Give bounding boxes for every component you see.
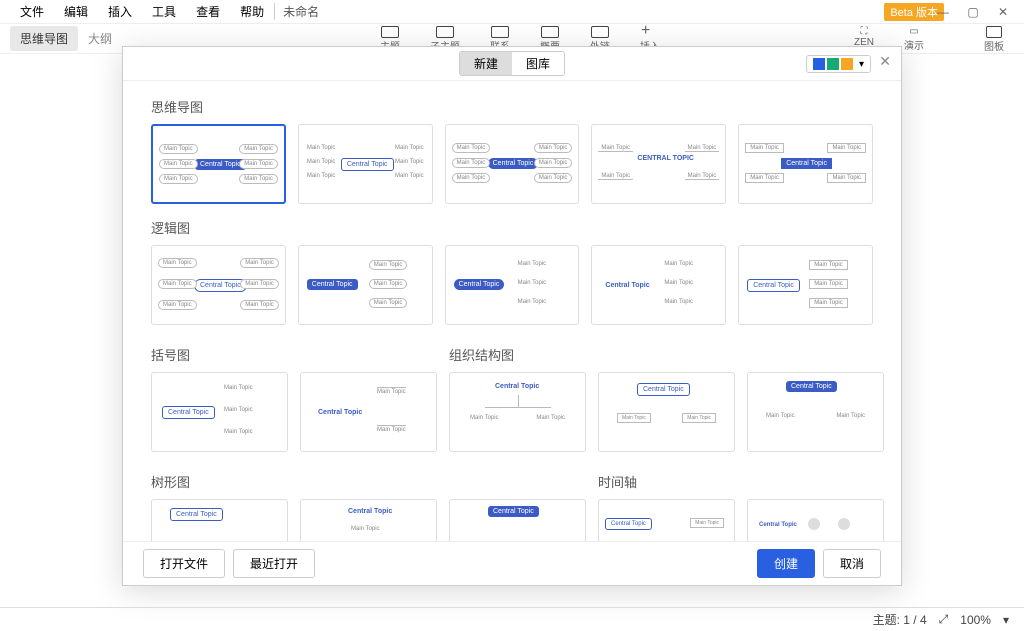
- template-logic-3[interactable]: Central Topic Main Topic Main Topic Main…: [445, 245, 580, 325]
- menu-view[interactable]: 查看: [186, 3, 230, 20]
- template-logic-4[interactable]: Central Topic Main Topic Main Topic Main…: [591, 245, 726, 325]
- menu-tools[interactable]: 工具: [142, 3, 186, 20]
- template-tree-2[interactable]: Central Topic Main Topic: [300, 499, 437, 541]
- template-logic-5[interactable]: Central Topic Main Topic Main Topic Main…: [738, 245, 873, 325]
- close-window-button[interactable]: ✕: [988, 5, 1018, 19]
- modal-body: 思维导图 Central Topic Main Topic Main Topic…: [123, 81, 901, 541]
- section-mindmap: 思维导图: [151, 97, 873, 116]
- menu-file[interactable]: 文件: [10, 3, 54, 20]
- menu-help[interactable]: 帮助: [230, 3, 274, 20]
- zoom-dropdown-icon[interactable]: ▾: [1003, 613, 1009, 627]
- document-title: 未命名: [274, 3, 327, 20]
- status-topics: 主题: 1 / 4: [873, 611, 927, 628]
- section-tree: 树形图: [151, 472, 586, 491]
- modal-footer: 打开文件 最近打开 创建 取消: [123, 541, 901, 585]
- template-tree-1[interactable]: Central Topic: [151, 499, 288, 541]
- cancel-button[interactable]: 取消: [823, 549, 881, 578]
- section-org: 组织结构图: [449, 345, 884, 364]
- template-mindmap-5[interactable]: Central Topic Main Topic Main Topic Main…: [738, 124, 873, 204]
- create-button[interactable]: 创建: [757, 549, 815, 578]
- menu-insert[interactable]: 插入: [98, 3, 142, 20]
- section-logic: 逻辑图: [151, 218, 873, 237]
- modal-header: 新建 图库 ▾ ✕: [123, 47, 901, 81]
- chevron-down-icon: ▾: [859, 59, 864, 70]
- modal-backdrop: 新建 图库 ▾ ✕ 思维导图 Central Topic Main Topic …: [0, 28, 1024, 631]
- expand-icon[interactable]: ⤢: [939, 612, 949, 627]
- menubar: 文件 编辑 插入 工具 查看 帮助 未命名: [0, 0, 1024, 24]
- template-org-1[interactable]: Central Topic Main Topic Main Topic: [449, 372, 586, 452]
- template-logic-1[interactable]: Central Topic Main Topic Main Topic Main…: [151, 245, 286, 325]
- maximize-button[interactable]: ▢: [958, 5, 988, 19]
- status-bar: 主题: 1 / 4 ⤢ 100% ▾: [0, 607, 1024, 631]
- recent-button[interactable]: 最近打开: [233, 549, 315, 578]
- modal-tab-new[interactable]: 新建: [460, 52, 512, 75]
- window-buttons: — ▢ ✕: [928, 0, 1018, 24]
- open-file-button[interactable]: 打开文件: [143, 549, 225, 578]
- new-document-modal: 新建 图库 ▾ ✕ 思维导图 Central Topic Main Topic …: [122, 46, 902, 586]
- template-bracket-2[interactable]: Central Topic Main Topic Main Topic: [300, 372, 437, 452]
- template-org-2[interactable]: Central Topic Main Topic Main Topic: [598, 372, 735, 452]
- color-swatch-3: [841, 58, 853, 70]
- template-org-3[interactable]: Central Topic Main Topic Main Topic: [747, 372, 884, 452]
- template-mindmap-4[interactable]: CENTRAL TOPIC Main Topic Main Topic Main…: [591, 124, 726, 204]
- zoom-level[interactable]: 100%: [960, 613, 991, 627]
- modal-tab-library[interactable]: 图库: [512, 52, 564, 75]
- template-logic-2[interactable]: Central Topic Main Topic Main Topic Main…: [298, 245, 433, 325]
- close-icon[interactable]: ✕: [879, 53, 891, 70]
- section-bracket: 括号图: [151, 345, 437, 364]
- color-swatch-2: [827, 58, 839, 70]
- template-mindmap-3[interactable]: Central Topic Main Topic Main Topic Main…: [445, 124, 580, 204]
- minimize-button[interactable]: —: [928, 5, 958, 19]
- color-selector[interactable]: ▾: [806, 55, 871, 73]
- template-timeline-2[interactable]: Central Topic: [747, 499, 884, 541]
- template-mindmap-2[interactable]: Central Topic Main Topic Main Topic Main…: [298, 124, 433, 204]
- template-tree-3[interactable]: Central Topic: [449, 499, 586, 541]
- modal-tabs: 新建 图库: [459, 51, 565, 76]
- template-mindmap-1[interactable]: Central Topic Main Topic Main Topic Main…: [151, 124, 286, 204]
- template-timeline-1[interactable]: Central Topic Main Topic: [598, 499, 735, 541]
- section-timeline: 时间轴: [598, 472, 884, 491]
- color-swatch-1: [813, 58, 825, 70]
- menu-edit[interactable]: 编辑: [54, 3, 98, 20]
- template-bracket-1[interactable]: Central Topic Main Topic Main Topic Main…: [151, 372, 288, 452]
